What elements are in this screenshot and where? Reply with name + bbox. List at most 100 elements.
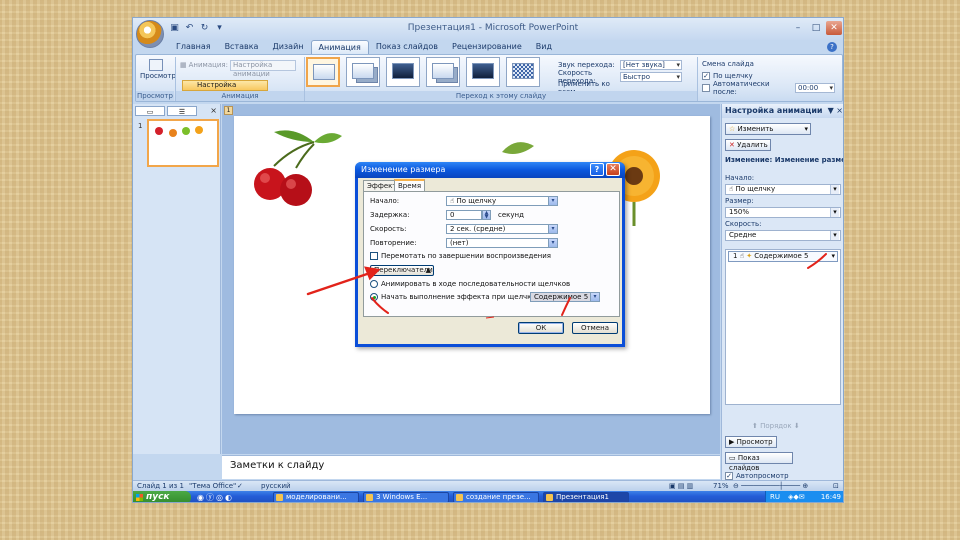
size-select[interactable]: 150%: [725, 207, 841, 218]
slide-thumbnail[interactable]: [147, 119, 219, 167]
triggers-label: Переключатели: [374, 266, 433, 274]
transition-sound-label: Звук перехода:: [558, 60, 615, 69]
outline-tab-icon[interactable]: ☰: [167, 106, 197, 116]
advance-auto-checkbox[interactable]: [702, 83, 710, 92]
slide-thumb-number: 1: [138, 122, 143, 130]
slides-pane-tabs: ▭ ☰: [135, 106, 197, 116]
animate-icon: ▦: [180, 61, 187, 69]
tab-home[interactable]: Главная: [169, 40, 218, 54]
triggers-button[interactable]: Переключатели ▲: [370, 265, 434, 276]
preview-button[interactable]: Просмотр: [140, 57, 176, 89]
transition-thumb: [392, 63, 414, 79]
delay-unit: секунд: [498, 211, 524, 219]
trigger-object-value: Содержимое 5: [534, 293, 589, 301]
rewind-checkbox[interactable]: [370, 252, 378, 260]
minimize-button[interactable]: –: [790, 21, 806, 35]
tab-design[interactable]: Дизайн: [265, 40, 310, 54]
tab-animations[interactable]: Анимация: [310, 40, 369, 54]
tab-review[interactable]: Рецензирование: [445, 40, 529, 54]
preview-animation-button[interactable]: ▶ Просмотр: [725, 436, 777, 448]
taskbar-item[interactable]: моделировани...: [273, 492, 359, 502]
taskbar-item[interactable]: создание презе...: [453, 492, 539, 502]
animate-select[interactable]: Настройка анимации: [230, 59, 296, 78]
start-select[interactable]: ☝ По щелчку ▾: [446, 196, 558, 206]
transition-cut[interactable]: [426, 57, 460, 87]
animation-list-item[interactable]: 1 ☝ ✦ Содержимое 5 ▾: [728, 251, 838, 262]
delay-input[interactable]: 0: [446, 210, 482, 220]
tab-view[interactable]: Вид: [529, 40, 559, 54]
start-on-click-row: Начать выполнение эффекта при щелчке: [370, 293, 536, 301]
window-controls: – □ ✕: [790, 21, 842, 35]
powerpoint-screenshot: ▣ ↶ ↻ ▾ Презентация1 - Microsoft PowerPo…: [132, 17, 844, 503]
quick-launch-icons[interactable]: ◉ⓨ◎◐: [197, 492, 234, 502]
animation-group-label: Анимация: [176, 91, 304, 101]
slides-tab-icon[interactable]: ▭: [135, 106, 165, 116]
office-button[interactable]: [136, 20, 164, 48]
transition-none[interactable]: [306, 57, 340, 87]
customize-icon[interactable]: ▾: [214, 23, 225, 34]
custom-animation-button[interactable]: Настройка анимации: [182, 80, 268, 98]
maximize-button[interactable]: □: [808, 21, 824, 35]
autopreview-checkbox[interactable]: ✓: [725, 472, 733, 480]
dialog-title: Изменение размера: [361, 165, 446, 174]
ok-button[interactable]: ОК: [518, 322, 564, 334]
speed-select[interactable]: Средне: [725, 230, 841, 241]
slide-show-button[interactable]: ▭ Показ слайдов: [725, 452, 793, 472]
speed-select[interactable]: 2 сек. (средне) ▾: [446, 224, 558, 234]
preview-icon: [149, 59, 163, 71]
transition-cut-black[interactable]: [466, 57, 500, 87]
advance-auto-input[interactable]: 00:00: [795, 82, 835, 93]
leaf-picture[interactable]: [502, 142, 534, 154]
repeat-select-value: (нет): [450, 239, 469, 247]
tab-insert[interactable]: Вставка: [218, 40, 266, 54]
effect-title: Изменение: Изменение размер: [725, 156, 844, 164]
advance-on-click-checkbox[interactable]: ✓: [702, 71, 710, 80]
transition-speed-select[interactable]: Быстро: [620, 71, 682, 82]
start-select[interactable]: ☝ По щелчку: [725, 184, 841, 195]
move-up-icon[interactable]: ⬆: [752, 422, 760, 430]
remove-effect-label: Удалить: [737, 141, 768, 149]
move-down-icon[interactable]: ⬇: [794, 422, 800, 430]
transition-dissolve[interactable]: [506, 57, 540, 87]
cherry-picture[interactable]: [254, 130, 342, 206]
notes-pane[interactable]: Заметки к слайду: [222, 455, 720, 479]
undo-icon[interactable]: ↶: [184, 23, 195, 34]
taskbar-item-active[interactable]: Презентация1: [543, 492, 629, 502]
transition-sound-select[interactable]: [Нет звука]: [620, 59, 682, 70]
save-icon[interactable]: ▣: [169, 23, 180, 34]
delay-spinner[interactable]: ▲ ▼: [482, 210, 491, 220]
transition-thumb: [472, 63, 494, 79]
preview-group-label: Просмотр: [136, 91, 174, 101]
start-label: Начало:: [725, 174, 755, 182]
change-effect-button[interactable]: ☆ Изменить ▾: [725, 123, 811, 135]
dialog-help-button[interactable]: ?: [590, 163, 604, 176]
taskbar-item[interactable]: 3 Windows E...: [363, 492, 449, 502]
start-button[interactable]: пуск: [133, 491, 191, 502]
chevron-down-icon: ▾: [548, 225, 557, 233]
redo-icon[interactable]: ↻: [199, 23, 210, 34]
transition-fade[interactable]: [346, 57, 380, 87]
help-icon[interactable]: ?: [827, 42, 837, 52]
flower-icon: [195, 126, 203, 134]
start-label: Начало:: [370, 197, 400, 205]
custom-animation-pane: Настройка анимации ▼ × ☆ Изменить ▾ ✕ Уд…: [721, 104, 844, 480]
tray-icons[interactable]: ◈◆✉: [788, 491, 805, 502]
speed-label: Скорость:: [370, 225, 407, 233]
delay-label: Задержка:: [370, 211, 410, 219]
transition-fade-black[interactable]: [386, 57, 420, 87]
remove-effect-button[interactable]: ✕ Удалить: [725, 139, 771, 151]
windows-taskbar: пуск ◉ⓨ◎◐ моделировани... 3 Windows E...…: [133, 491, 843, 502]
pane-close-icon[interactable]: ×: [210, 106, 217, 115]
clock: 16:49: [820, 493, 841, 501]
ribbon: Просмотр Просмотр ▦ Анимация: Настройка …: [135, 54, 843, 102]
input-language[interactable]: RU: [770, 491, 780, 502]
cancel-button[interactable]: Отмена: [572, 322, 618, 334]
repeat-select[interactable]: (нет) ▾: [446, 238, 558, 248]
animate-sequence-radio[interactable]: [370, 280, 378, 288]
task-pane-close-icon[interactable]: ▼ ×: [828, 104, 843, 118]
dialog-close-button[interactable]: ✕: [606, 163, 620, 176]
tab-slide-show[interactable]: Показ слайдов: [369, 40, 445, 54]
start-on-click-radio[interactable]: [370, 293, 378, 301]
trigger-object-select[interactable]: Содержимое 5 ▾: [530, 292, 600, 302]
close-button[interactable]: ✕: [826, 21, 842, 35]
